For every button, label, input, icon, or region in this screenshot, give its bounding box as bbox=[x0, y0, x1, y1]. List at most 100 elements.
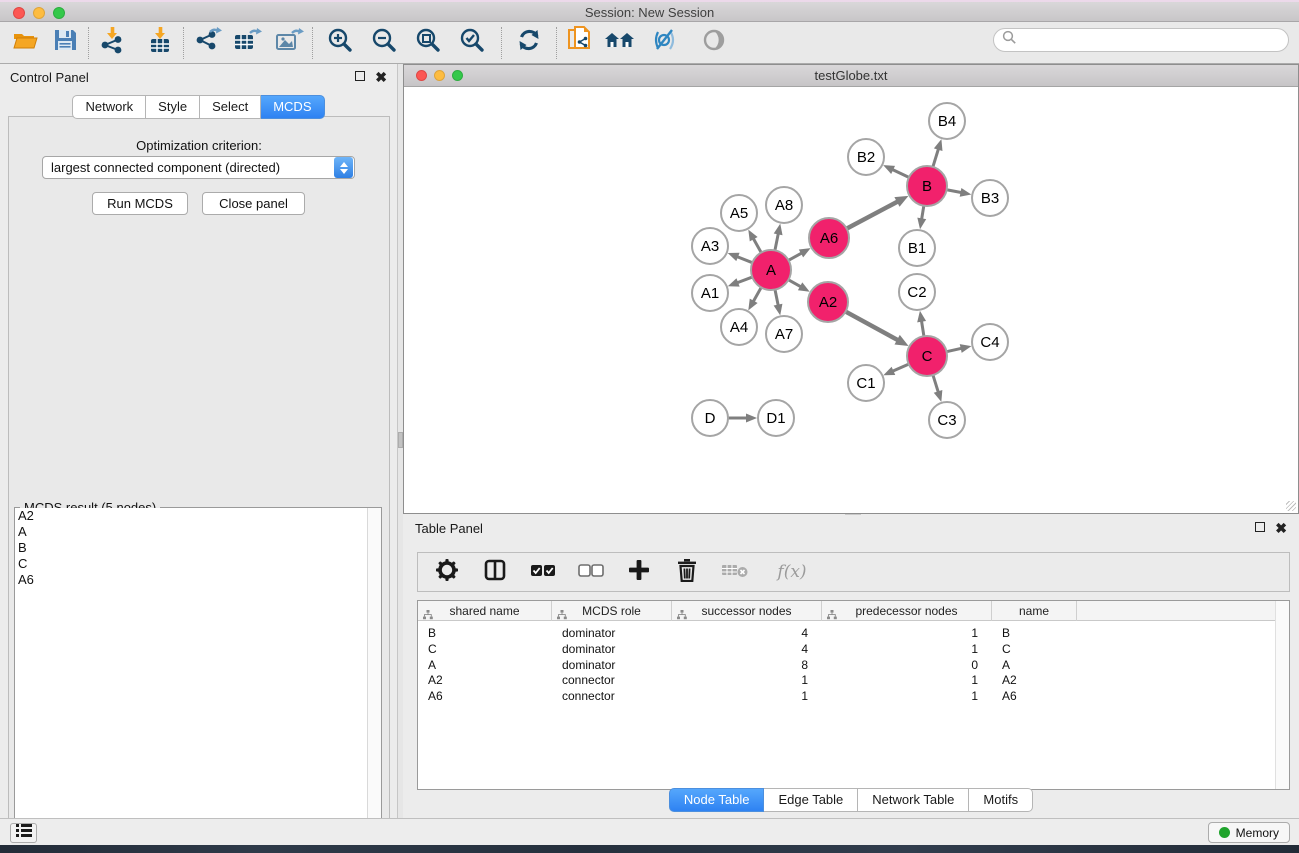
delete-column-button[interactable] bbox=[674, 558, 700, 586]
column-header-MCDS-role[interactable]: MCDS role bbox=[552, 601, 672, 621]
float-table-panel-icon[interactable] bbox=[1255, 522, 1265, 534]
edge-C-C2[interactable] bbox=[921, 320, 924, 337]
tab-network-table[interactable]: Network Table bbox=[858, 788, 969, 812]
table-scrollbar[interactable] bbox=[1275, 601, 1289, 789]
float-panel-icon[interactable] bbox=[355, 71, 365, 83]
mcds-result-item[interactable]: A6 bbox=[15, 572, 367, 588]
edge-A-A7[interactable] bbox=[775, 290, 778, 307]
graph-node-C[interactable]: C bbox=[907, 336, 947, 376]
edge-A-A2[interactable] bbox=[788, 280, 801, 288]
search-input[interactable] bbox=[1017, 30, 1288, 50]
hide-selected-button[interactable] bbox=[649, 26, 683, 60]
refresh-button[interactable] bbox=[512, 26, 546, 60]
tab-edge-table[interactable]: Edge Table bbox=[764, 788, 858, 812]
edge-B-B4[interactable] bbox=[933, 148, 939, 167]
export-table-button[interactable] bbox=[230, 26, 264, 60]
graph-node-D[interactable]: D bbox=[692, 400, 728, 436]
edge-A2-C[interactable] bbox=[846, 312, 899, 341]
home-view-button[interactable] bbox=[603, 26, 637, 60]
graph-node-A5[interactable]: A5 bbox=[721, 195, 757, 231]
graph-node-B1[interactable]: B1 bbox=[899, 230, 935, 266]
edge-C-C3[interactable] bbox=[933, 375, 939, 393]
graph-node-B2[interactable]: B2 bbox=[848, 139, 884, 175]
deselect-all-button[interactable] bbox=[578, 558, 604, 586]
graph-node-D1[interactable]: D1 bbox=[758, 400, 794, 436]
graph-node-C2[interactable]: C2 bbox=[899, 274, 935, 310]
column-header-predecessor-nodes[interactable]: predecessor nodes bbox=[822, 601, 992, 621]
save-session-button[interactable] bbox=[48, 26, 82, 60]
edge-A-A4[interactable] bbox=[753, 287, 762, 302]
mcds-result-item[interactable]: A bbox=[15, 524, 367, 540]
table-settings-button[interactable] bbox=[434, 558, 460, 586]
graph-node-A3[interactable]: A3 bbox=[692, 228, 728, 264]
edge-A-A8[interactable] bbox=[775, 232, 779, 250]
show-columns-button[interactable] bbox=[482, 558, 508, 586]
network-minimize-button[interactable] bbox=[434, 70, 445, 81]
mcds-result-item[interactable]: B bbox=[15, 540, 367, 556]
graph-node-B3[interactable]: B3 bbox=[972, 180, 1008, 216]
tab-motifs[interactable]: Motifs bbox=[969, 788, 1033, 812]
resize-corner-handle[interactable] bbox=[1286, 501, 1296, 511]
task-history-button[interactable] bbox=[10, 823, 37, 843]
network-snapshot-button[interactable] bbox=[563, 26, 597, 60]
graph-node-A4[interactable]: A4 bbox=[721, 309, 757, 345]
edge-B-B1[interactable] bbox=[921, 206, 923, 221]
close-window-button[interactable] bbox=[13, 7, 25, 19]
table-row[interactable]: A6connector11A6 bbox=[418, 688, 1289, 704]
mcds-result-scrollbar[interactable] bbox=[367, 508, 381, 851]
graph-node-B[interactable]: B bbox=[907, 166, 947, 206]
edge-A-A1[interactable] bbox=[736, 277, 752, 283]
import-table-button[interactable] bbox=[143, 26, 177, 60]
table-row[interactable]: Cdominator41C bbox=[418, 641, 1289, 657]
network-graph-canvas[interactable]: A A1 A2 A3 A4 A5 A6 A7 A8 B B1 B2 B3 B4 C C1 C2 C3 C4 D D1 bbox=[405, 88, 1297, 512]
select-all-button[interactable] bbox=[530, 558, 556, 586]
edge-A-A6[interactable] bbox=[789, 252, 803, 260]
mcds-result-item[interactable]: C bbox=[15, 556, 367, 572]
mcds-result-list[interactable]: A2ABCA6 bbox=[15, 508, 367, 851]
zoom-window-button[interactable] bbox=[53, 7, 65, 19]
graph-node-C4[interactable]: C4 bbox=[972, 324, 1008, 360]
close-panel-button[interactable]: Close panel bbox=[202, 192, 305, 215]
graph-node-A[interactable]: A bbox=[751, 250, 791, 290]
edge-A6-B[interactable] bbox=[847, 201, 899, 229]
edge-B-B3[interactable] bbox=[947, 190, 963, 193]
graph-node-C3[interactable]: C3 bbox=[929, 402, 965, 438]
close-panel-icon[interactable]: ✖ bbox=[375, 71, 387, 83]
table-row[interactable]: Bdominator41B bbox=[418, 625, 1289, 641]
graph-node-B4[interactable]: B4 bbox=[929, 103, 965, 139]
column-header-name[interactable]: name bbox=[992, 601, 1077, 621]
create-column-button[interactable] bbox=[626, 558, 652, 586]
column-header-shared-name[interactable]: shared name bbox=[418, 601, 552, 621]
network-close-button[interactable] bbox=[416, 70, 427, 81]
minimize-window-button[interactable] bbox=[33, 7, 45, 19]
table-row[interactable]: A2connector11A2 bbox=[418, 672, 1289, 688]
graph-node-A7[interactable]: A7 bbox=[766, 316, 802, 352]
zoom-fit-button[interactable] bbox=[411, 26, 445, 60]
search-field[interactable] bbox=[993, 28, 1289, 52]
table-row[interactable]: Adominator80A bbox=[418, 657, 1289, 673]
show-all-button[interactable] bbox=[697, 26, 731, 60]
zoom-out-button[interactable] bbox=[367, 26, 401, 60]
mcds-result-item[interactable]: A2 bbox=[15, 508, 367, 524]
edge-C-C1[interactable] bbox=[892, 364, 909, 372]
graph-node-A8[interactable]: A8 bbox=[766, 187, 802, 223]
zoom-selected-button[interactable] bbox=[455, 26, 489, 60]
edge-A-A3[interactable] bbox=[736, 256, 752, 262]
network-zoom-button[interactable] bbox=[452, 70, 463, 81]
edge-C-C4[interactable] bbox=[947, 348, 963, 352]
graph-node-A6[interactable]: A6 bbox=[809, 218, 849, 258]
edge-A-A5[interactable] bbox=[753, 237, 762, 252]
graph-node-A1[interactable]: A1 bbox=[692, 275, 728, 311]
run-mcds-button[interactable]: Run MCDS bbox=[92, 192, 188, 215]
optimization-criterion-select[interactable]: largest connected component (directed) bbox=[42, 156, 355, 179]
tab-node-table[interactable]: Node Table bbox=[669, 788, 765, 812]
export-network-button[interactable] bbox=[190, 26, 224, 60]
graph-node-A2[interactable]: A2 bbox=[808, 282, 848, 322]
column-header-successor-nodes[interactable]: successor nodes bbox=[672, 601, 822, 621]
open-session-button[interactable] bbox=[8, 26, 42, 60]
graph-node-C1[interactable]: C1 bbox=[848, 365, 884, 401]
memory-button[interactable]: Memory bbox=[1208, 822, 1290, 843]
edge-B-B2[interactable] bbox=[891, 169, 909, 177]
export-image-button[interactable] bbox=[272, 26, 306, 60]
import-network-button[interactable] bbox=[95, 26, 129, 60]
